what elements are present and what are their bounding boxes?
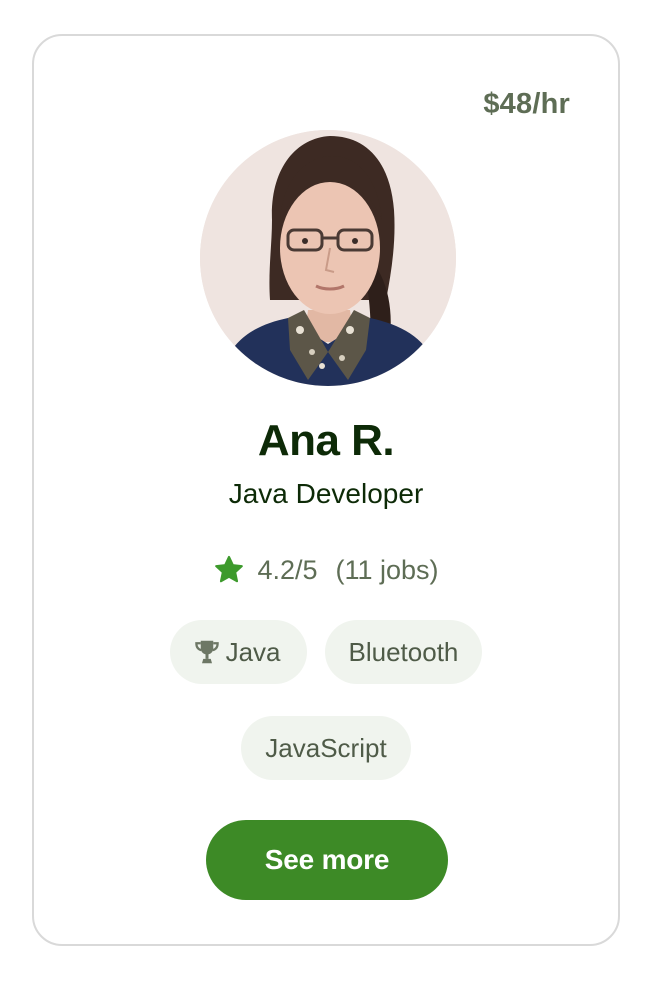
skill-label: JavaScript bbox=[265, 732, 387, 763]
skill-label: Bluetooth bbox=[348, 636, 459, 667]
skill-chip-javascript[interactable]: JavaScript bbox=[241, 716, 411, 780]
skills-list: Java Bluetooth JavaScript bbox=[34, 620, 618, 780]
jobs-count: (11 jobs) bbox=[335, 554, 439, 585]
freelancer-title: Java Developer bbox=[228, 478, 424, 509]
rating-summary: 4.2/5 (11 jobs) bbox=[34, 554, 618, 586]
see-more-button[interactable]: See more bbox=[206, 820, 448, 900]
trophy-icon bbox=[192, 637, 222, 667]
rating-value: 4.2/5 bbox=[257, 554, 318, 585]
skill-chip-bluetooth[interactable]: Bluetooth bbox=[324, 620, 483, 684]
freelancer-card[interactable]: $48/hr Ana R. Java Developer 4.2/5 (11 j… bbox=[32, 34, 620, 946]
hourly-rate: $48/hr bbox=[483, 88, 570, 120]
avatar[interactable] bbox=[200, 130, 456, 386]
skill-label: Java bbox=[225, 636, 281, 667]
profile-photo bbox=[200, 130, 456, 386]
freelancer-name[interactable]: Ana R. bbox=[34, 416, 618, 466]
star-icon bbox=[213, 554, 245, 586]
skill-chip-java[interactable]: Java bbox=[169, 620, 307, 684]
